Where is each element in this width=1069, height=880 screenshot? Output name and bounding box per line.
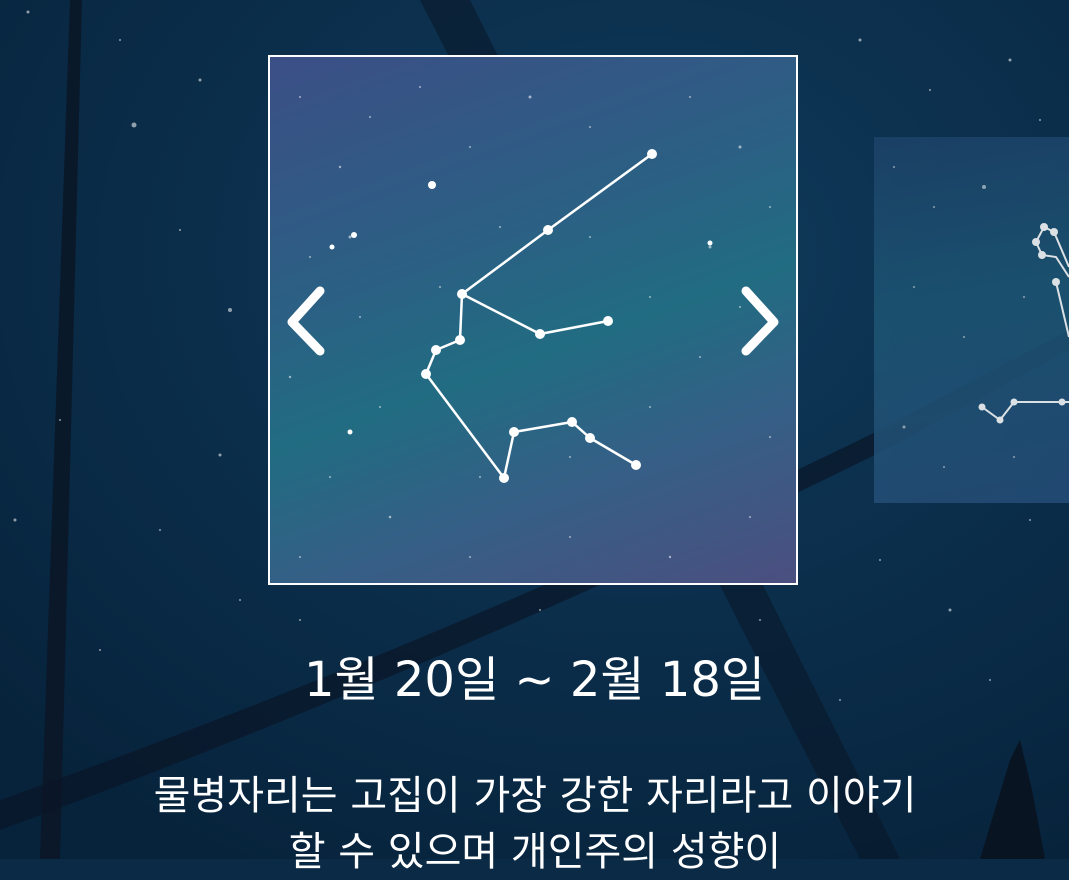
constellation-card [268,55,798,585]
sign-description: 물병자리는 고집이 가장 강한 자리라고 이야기할 수 있으며 개인주의 성향이 [153,773,917,875]
next-button[interactable] [736,285,782,359]
previous-button[interactable] [284,285,330,359]
chevron-right-icon [741,286,779,356]
next-constellation-image [893,166,1069,468]
chevron-left-icon [287,286,325,356]
date-range: 1월 20일 ~ 2월 18일 [303,652,766,708]
aquarius-constellation-image [288,86,771,559]
next-constellation-card[interactable] [874,137,1069,503]
